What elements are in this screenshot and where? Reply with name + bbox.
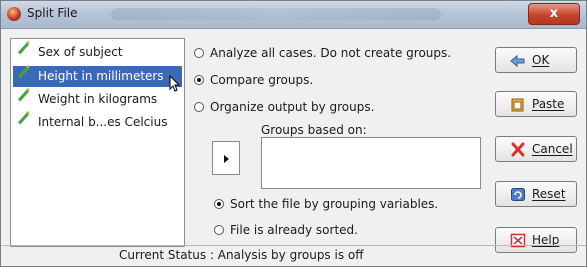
cancel-icon <box>511 142 525 157</box>
radio-indicator[interactable] <box>194 48 204 58</box>
variable-list[interactable]: Sex of subject Height in millimeters Wei… <box>10 38 185 247</box>
radio-compare-groups[interactable]: Compare groups. <box>194 73 313 87</box>
pencil-icon <box>18 66 29 79</box>
radio-indicator[interactable] <box>194 75 204 85</box>
radio-label: File is already sorted. <box>230 223 358 237</box>
variable-label: Internal b...es Celcius <box>38 115 168 129</box>
title-bar[interactable]: Split File x <box>1 1 586 29</box>
variable-label: Weight in kilograms <box>38 92 158 106</box>
pencil-icon <box>18 112 29 125</box>
ok-button-label: OK <box>532 53 550 67</box>
window-title: Split File <box>27 6 78 20</box>
reset-button[interactable]: Reset <box>495 181 577 207</box>
close-button[interactable]: x <box>528 3 580 25</box>
clipboard-icon <box>511 98 524 112</box>
cancel-button-label: Cancel <box>532 142 573 156</box>
variable-label: Sex of subject <box>38 45 123 59</box>
arrow-right-icon <box>224 155 229 163</box>
ok-button[interactable]: OK <box>495 47 577 73</box>
cancel-button[interactable]: Cancel <box>495 136 577 162</box>
radio-sort-by-grouping[interactable]: Sort the file by grouping variables. <box>214 197 438 211</box>
app-icon <box>7 7 21 21</box>
radio-label: Analyze all cases. Do not create groups. <box>210 46 452 60</box>
radio-analyze-all[interactable]: Analyze all cases. Do not create groups. <box>194 46 451 60</box>
variable-item[interactable]: Sex of subject <box>13 42 182 63</box>
variable-item[interactable]: Weight in kilograms <box>13 89 182 110</box>
radio-label: Compare groups. <box>210 73 314 87</box>
radio-already-sorted[interactable]: File is already sorted. <box>214 223 358 237</box>
radio-label: Sort the file by grouping variables. <box>230 197 439 211</box>
status-bar: Current Status : Analysis by groups is o… <box>1 245 586 267</box>
groups-based-on-label: Groups based on: <box>261 123 367 137</box>
variable-label: Height in millimeters <box>38 69 164 83</box>
paste-button-label: Paste <box>532 97 565 111</box>
paste-button[interactable]: Paste <box>495 91 577 117</box>
status-text: Current Status : Analysis by groups is o… <box>119 248 364 262</box>
radio-indicator[interactable] <box>194 102 204 112</box>
reset-icon <box>511 188 525 201</box>
pencil-icon <box>18 89 29 102</box>
radio-indicator[interactable] <box>214 225 224 235</box>
groups-based-on-list[interactable] <box>261 137 481 189</box>
mouse-cursor-icon <box>169 75 181 92</box>
variable-item[interactable]: Internal b...es Celcius <box>13 112 182 133</box>
radio-indicator[interactable] <box>214 199 224 209</box>
radio-label: Organize output by groups. <box>210 100 375 114</box>
ok-arrow-icon <box>510 54 525 68</box>
split-file-dialog: Split File x Sex of subject Height in mi… <box>0 0 587 267</box>
move-variable-button[interactable] <box>212 141 240 175</box>
title-bar-background <box>111 8 441 20</box>
pencil-icon <box>18 42 29 55</box>
variable-item[interactable]: Height in millimeters <box>13 66 182 87</box>
radio-organize-output[interactable]: Organize output by groups. <box>194 100 374 114</box>
reset-button-label: Reset <box>532 187 566 201</box>
